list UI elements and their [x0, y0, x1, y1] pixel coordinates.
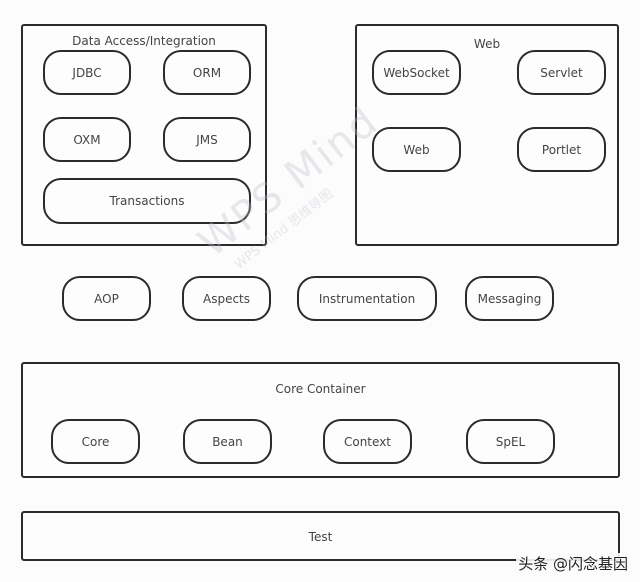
module-websocket[interactable]: WebSocket	[372, 50, 461, 95]
module-core[interactable]: Core	[51, 419, 140, 464]
module-bean[interactable]: Bean	[183, 419, 272, 464]
module-servlet[interactable]: Servlet	[517, 50, 606, 95]
web-title: Web	[473, 37, 501, 51]
module-jms[interactable]: JMS	[163, 117, 251, 162]
module-web[interactable]: Web	[372, 127, 461, 172]
module-jdbc[interactable]: JDBC	[43, 50, 131, 95]
core-container-group: Core Container Core Bean Context SpEL	[21, 362, 620, 478]
data-access-integration-group: Data Access/Integration JDBC ORM OXM JMS…	[21, 24, 267, 246]
module-oxm[interactable]: OXM	[43, 117, 131, 162]
module-portlet[interactable]: Portlet	[517, 127, 606, 172]
web-group: Web WebSocket Servlet Web Portlet	[355, 24, 619, 246]
module-aspects[interactable]: Aspects	[182, 276, 271, 321]
module-aop[interactable]: AOP	[62, 276, 151, 321]
core-container-title: Core Container	[275, 382, 366, 396]
test-title: Test	[308, 530, 333, 544]
module-context[interactable]: Context	[323, 419, 412, 464]
module-transactions[interactable]: Transactions	[43, 178, 251, 224]
module-orm[interactable]: ORM	[163, 50, 251, 95]
module-spel[interactable]: SpEL	[466, 419, 555, 464]
source-credit: 头条 @闪念基因	[516, 553, 630, 574]
module-instrumentation[interactable]: Instrumentation	[297, 276, 437, 321]
data-access-integration-title: Data Access/Integration	[72, 34, 216, 48]
module-messaging[interactable]: Messaging	[465, 276, 554, 321]
